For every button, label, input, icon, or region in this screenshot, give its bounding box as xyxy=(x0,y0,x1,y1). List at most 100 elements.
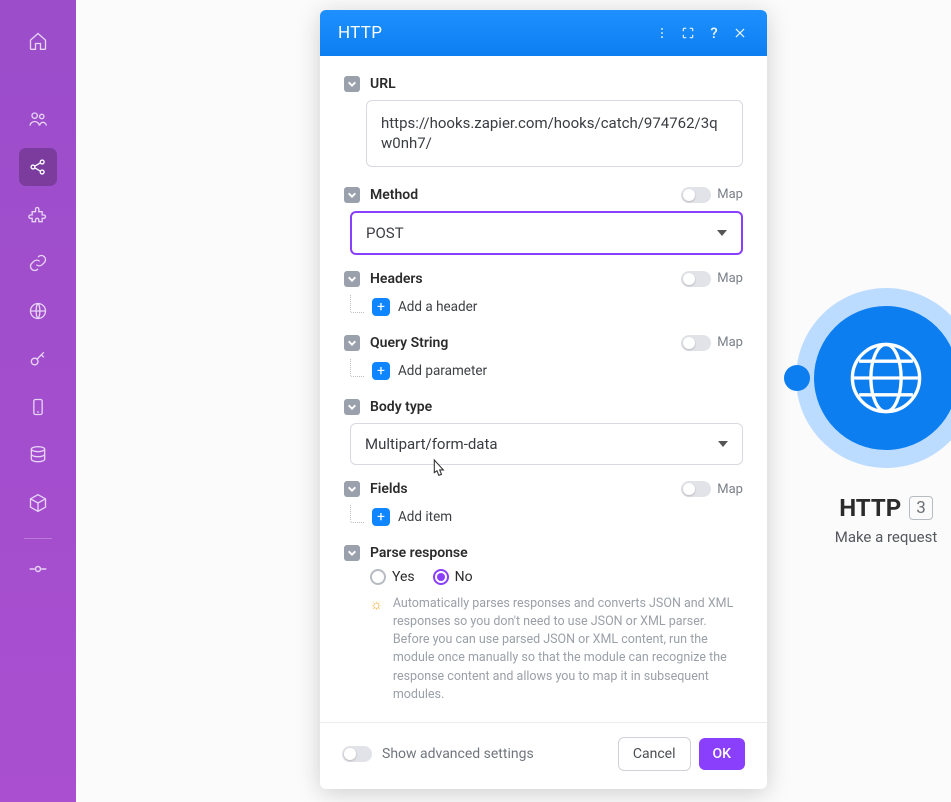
method-map-toggle[interactable]: Map xyxy=(681,187,743,203)
headers-map-toggle[interactable]: Map xyxy=(681,271,743,287)
collapse-toggle[interactable] xyxy=(344,481,360,497)
query-label: Query String xyxy=(370,335,448,351)
input-port[interactable] xyxy=(784,365,810,391)
link-icon xyxy=(28,253,48,273)
body-type-select[interactable]: Multipart/form-data xyxy=(350,423,743,465)
advanced-settings-toggle[interactable]: Show advanced settings xyxy=(342,746,534,762)
close-icon xyxy=(733,26,747,40)
panel-title: HTTP xyxy=(338,23,649,43)
parse-label: Parse response xyxy=(370,545,468,561)
add-item-label: Add item xyxy=(398,509,452,525)
toggle-switch[interactable] xyxy=(681,271,711,287)
module-subtitle: Make a request xyxy=(776,528,951,546)
nav-share[interactable] xyxy=(19,148,57,186)
nav-mobile[interactable] xyxy=(19,388,57,426)
expand-icon xyxy=(681,26,695,40)
collapse-toggle[interactable] xyxy=(344,545,360,561)
headers-field: Headers Map + Add a header xyxy=(344,271,743,319)
dots-icon xyxy=(655,26,669,40)
users-icon xyxy=(28,109,48,129)
panel-body: URL Method Map xyxy=(320,56,767,722)
parse-no-label: No xyxy=(455,569,473,585)
key-icon xyxy=(28,349,48,369)
http-module-node[interactable]: 1 HTTP 3 Make a request xyxy=(776,278,951,546)
cancel-button[interactable]: Cancel xyxy=(618,737,691,771)
advanced-label: Show advanced settings xyxy=(382,746,534,762)
add-parameter-row[interactable]: + Add parameter xyxy=(350,359,743,383)
method-label: Method xyxy=(370,187,418,203)
mobile-icon xyxy=(28,397,48,417)
parse-no-radio[interactable]: No xyxy=(433,569,473,585)
panel-header: HTTP ? xyxy=(320,10,767,56)
cube-icon xyxy=(28,493,48,513)
sidebar-divider xyxy=(24,538,52,539)
module-core xyxy=(814,306,951,450)
chevron-down-icon xyxy=(717,230,727,236)
parse-response-field: Parse response Yes No ☼ Automatically pa… xyxy=(344,545,743,704)
tree-connector xyxy=(350,295,364,313)
nav-cube[interactable] xyxy=(19,484,57,522)
nav-users[interactable] xyxy=(19,100,57,138)
module-circle: 1 xyxy=(786,278,951,478)
map-label: Map xyxy=(717,335,743,350)
add-item-row[interactable]: + Add item xyxy=(350,505,743,529)
add-header-label: Add a header xyxy=(398,299,477,315)
radio-icon xyxy=(370,569,386,585)
collapse-toggle[interactable] xyxy=(344,187,360,203)
collapse-toggle[interactable] xyxy=(344,399,360,415)
http-config-panel: HTTP ? URL xyxy=(320,10,767,789)
headers-label: Headers xyxy=(370,271,423,287)
share-icon xyxy=(28,157,48,177)
nav-globe[interactable] xyxy=(19,292,57,330)
nav-links[interactable] xyxy=(19,244,57,282)
toggle-switch[interactable] xyxy=(681,187,711,203)
toggle-switch[interactable] xyxy=(681,481,711,497)
fields-field: Fields Map + Add item xyxy=(344,481,743,529)
toggle-switch[interactable] xyxy=(342,746,372,762)
nav-database[interactable] xyxy=(19,436,57,474)
parse-hint: ☼ Automatically parses responses and con… xyxy=(370,595,743,704)
panel-footer: Show advanced settings Cancel OK xyxy=(320,722,767,789)
parse-hint-text: Automatically parses responses and conve… xyxy=(393,595,743,704)
method-select[interactable]: POST xyxy=(350,211,743,255)
url-input[interactable] xyxy=(366,100,743,167)
parse-yes-label: Yes xyxy=(392,569,415,585)
ok-button[interactable]: OK xyxy=(699,738,746,770)
map-label: Map xyxy=(717,187,743,202)
chevron-down-icon xyxy=(718,441,728,447)
fields-map-toggle[interactable]: Map xyxy=(681,481,743,497)
puzzle-icon xyxy=(28,205,48,225)
panel-menu-button[interactable] xyxy=(649,20,675,46)
panel-expand-button[interactable] xyxy=(675,20,701,46)
nav-home[interactable] xyxy=(19,22,57,60)
tree-connector xyxy=(350,359,364,377)
fields-label: Fields xyxy=(370,481,408,497)
module-title: HTTP xyxy=(839,494,901,522)
database-icon xyxy=(28,445,48,465)
bulb-icon: ☼ xyxy=(370,595,383,704)
method-value: POST xyxy=(366,223,404,243)
globe-icon xyxy=(844,336,928,420)
parse-yes-radio[interactable]: Yes xyxy=(370,569,415,585)
query-map-toggle[interactable]: Map xyxy=(681,335,743,351)
panel-close-button[interactable] xyxy=(727,20,753,46)
toggle-switch[interactable] xyxy=(681,335,711,351)
collapse-toggle[interactable] xyxy=(344,335,360,351)
nav-commit[interactable] xyxy=(19,559,57,579)
home-icon xyxy=(28,31,48,51)
add-header-row[interactable]: + Add a header xyxy=(350,295,743,319)
url-field: URL xyxy=(344,76,743,171)
radio-icon xyxy=(433,569,449,585)
collapse-toggle[interactable] xyxy=(344,76,360,92)
map-label: Map xyxy=(717,482,743,497)
collapse-toggle[interactable] xyxy=(344,271,360,287)
commit-icon xyxy=(28,564,48,574)
query-field: Query String Map + Add parameter xyxy=(344,335,743,383)
canvas: HTTP ? URL xyxy=(76,0,951,802)
panel-help-button[interactable]: ? xyxy=(701,20,727,46)
plus-icon: + xyxy=(372,362,390,380)
nav-keys[interactable] xyxy=(19,340,57,378)
plus-icon: + xyxy=(372,298,390,316)
nav-plugins[interactable] xyxy=(19,196,57,234)
body-type-field: Body type Multipart/form-data xyxy=(344,399,743,465)
